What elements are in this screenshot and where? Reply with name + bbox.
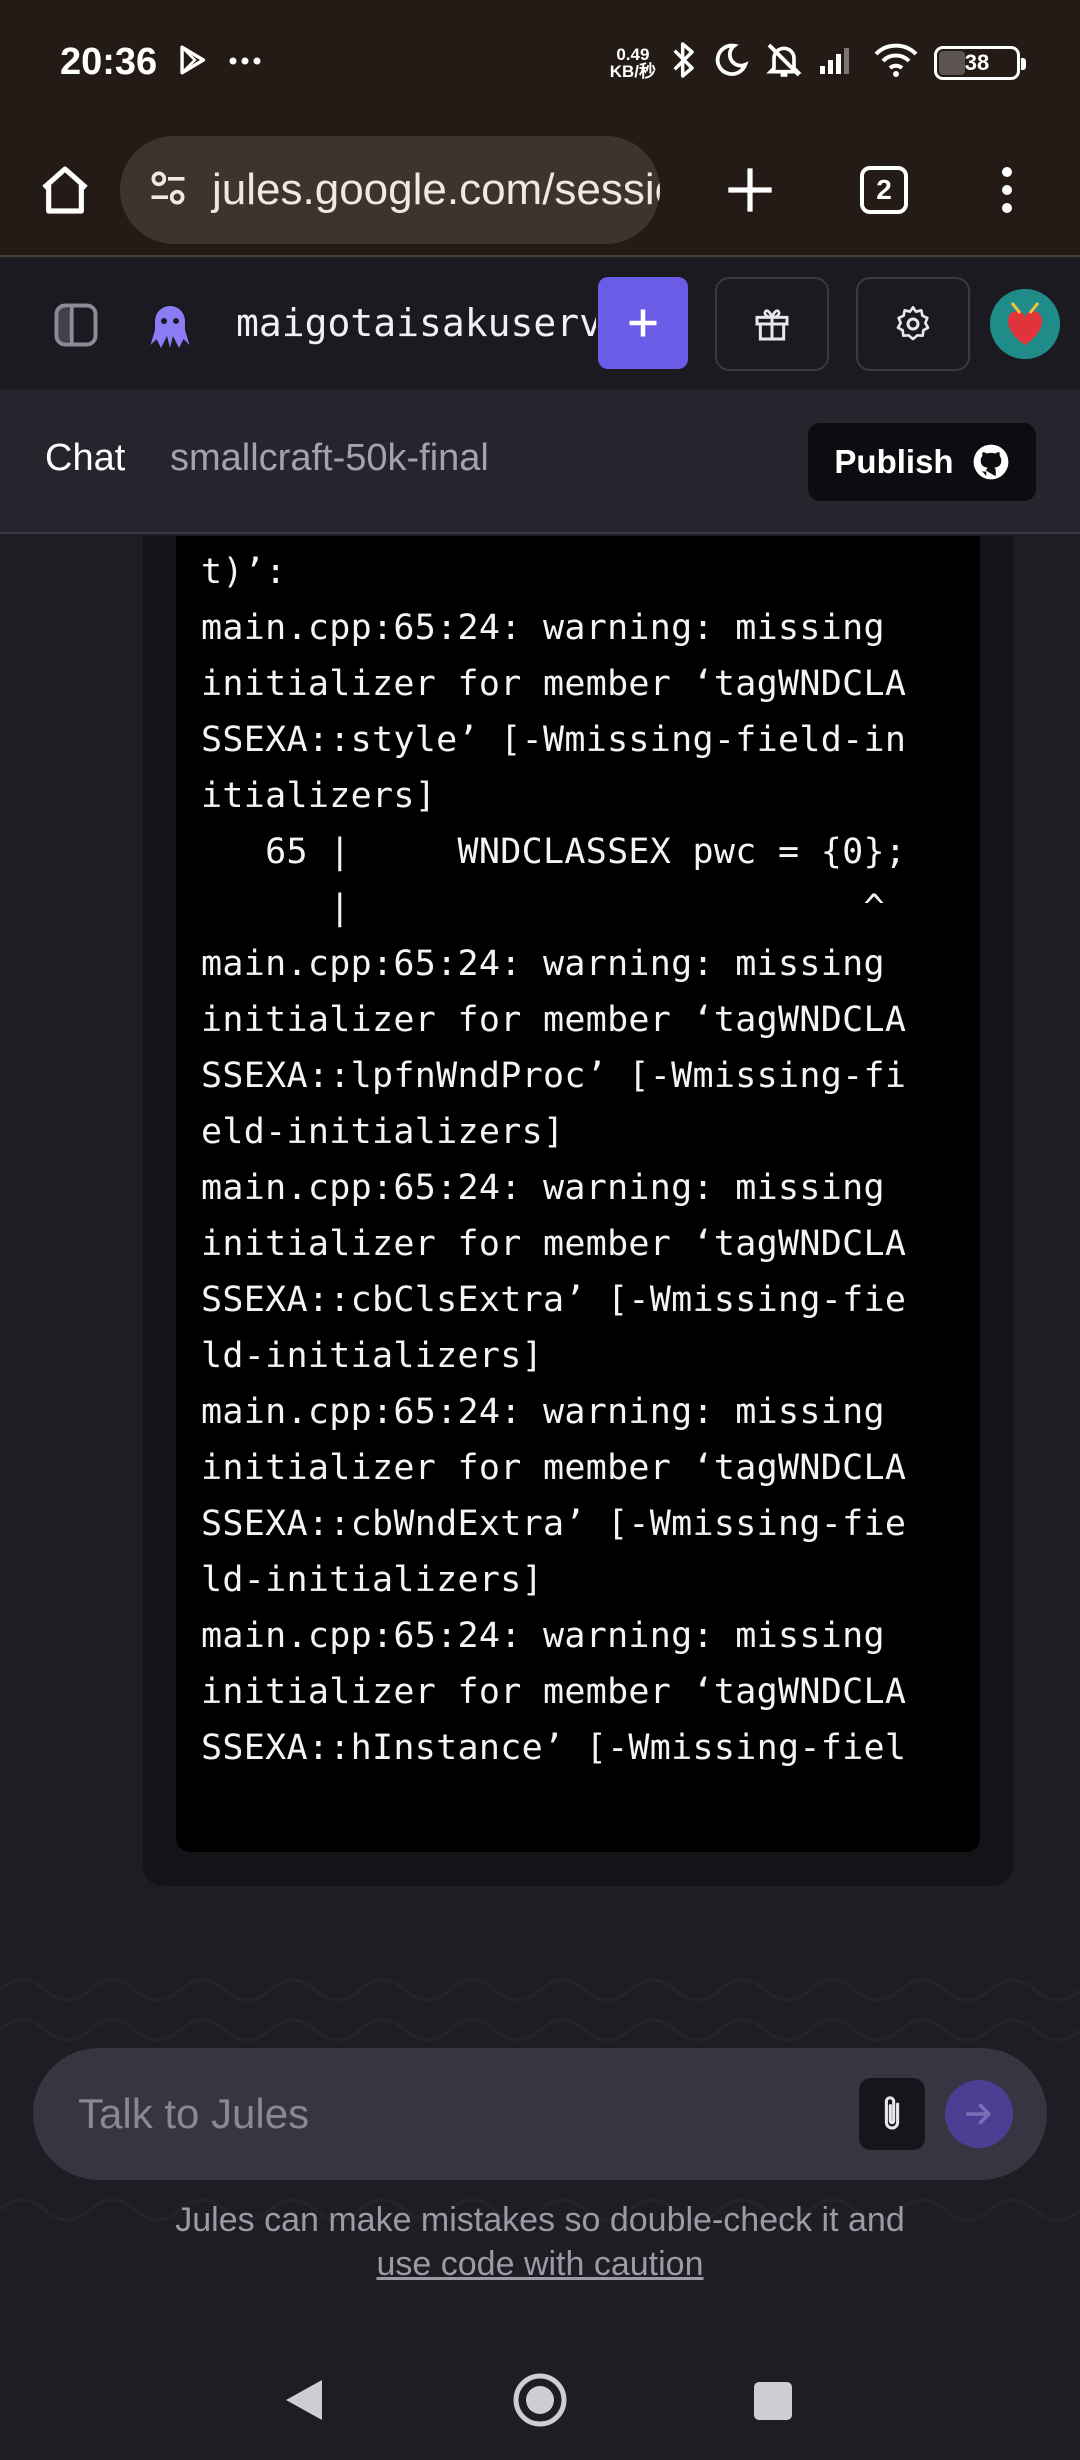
- disclaimer-text: Jules can make mistakes so double-check …: [0, 2198, 1080, 2286]
- code-line: SSEXA::cbWndExtra’ [-Wmissing-fie: [201, 1504, 907, 1544]
- code-line: main.cpp:65:24: warning: missing: [201, 944, 885, 984]
- chat-input-placeholder[interactable]: Talk to Jules: [78, 2090, 309, 2138]
- gift-button[interactable]: [715, 277, 829, 371]
- tab-switcher-button[interactable]: 2: [834, 140, 934, 240]
- code-line: 65 | WNDCLASSEX pwc = {0};: [201, 832, 907, 872]
- avatar-image: [990, 289, 1060, 359]
- battery-percent: 38: [964, 49, 990, 75]
- net-speed: 0.49 KB/秒: [610, 46, 656, 80]
- battery-icon: 38: [934, 45, 1026, 80]
- code-line: main.cpp:65:24: warning: missing: [201, 1616, 885, 1656]
- code-line: | ^: [201, 888, 885, 928]
- code-line: main.cpp:65:24: warning: missing: [201, 1392, 885, 1432]
- status-time: 20:36: [60, 41, 158, 83]
- plus-icon: [728, 168, 772, 212]
- url-text[interactable]: jules.google.com/session: [212, 165, 660, 215]
- code-line: SSEXA::cbClsExtra’ [-Wmissing-fie: [201, 1280, 907, 1320]
- home-icon: [42, 166, 88, 214]
- site-settings-icon[interactable]: [146, 166, 190, 215]
- code-line: ld-initializers]: [201, 1560, 543, 1600]
- arrow-right-icon: [965, 2103, 991, 2125]
- code-output-block[interactable]: n(HINSTANCE, HINSTANCE, LPSTR, int)’:mai…: [176, 536, 980, 1852]
- gear-icon: [896, 306, 930, 341]
- net-speed-unit: KB/秒: [609, 61, 656, 81]
- chat-input[interactable]: Talk to Jules: [33, 2048, 1047, 2180]
- browser-toolbar: jules.google.com/session 2: [0, 125, 1080, 257]
- app-header: maigotaisakuserver: [0, 259, 1080, 389]
- bluetooth-icon: [670, 40, 698, 85]
- publish-button[interactable]: Publish: [808, 423, 1036, 501]
- code-line: initializer for member ‘tagWNDCLA: [201, 1224, 907, 1264]
- status-left: 20:36: [60, 41, 263, 84]
- code-line: SSEXA::hInstance’ [-Wmissing-fiel: [201, 1728, 907, 1768]
- publish-label: Publish: [834, 443, 954, 480]
- home-circle-icon: [513, 2373, 567, 2427]
- code-line: itializers]: [201, 776, 437, 816]
- attach-button[interactable]: [859, 2078, 925, 2150]
- back-triangle-icon: [286, 2380, 322, 2420]
- new-tab-button[interactable]: [700, 140, 800, 240]
- code-line: main.cpp:65:24: warning: missing: [201, 608, 885, 648]
- wifi-icon: [872, 42, 920, 83]
- new-session-button[interactable]: [598, 277, 688, 369]
- user-avatar[interactable]: [990, 289, 1060, 359]
- code-line: main.cpp:65:24: warning: missing: [201, 1168, 885, 1208]
- paperclip-icon: [884, 2096, 900, 2130]
- code-caution-link[interactable]: use code with caution: [377, 2245, 704, 2283]
- recents-button[interactable]: [754, 2382, 792, 2420]
- settings-button[interactable]: [856, 277, 970, 371]
- code-line: initializer for member ‘tagWNDCLA: [201, 664, 907, 704]
- send-button[interactable]: [945, 2080, 1013, 2148]
- moon-icon: [712, 41, 750, 84]
- signal-icon: [818, 44, 858, 81]
- home-button[interactable]: [22, 147, 108, 233]
- status-bar: 20:36 0.49 KB/秒 38: [0, 0, 1080, 125]
- bell-off-icon: [764, 40, 804, 85]
- code-line: t)’:: [201, 552, 287, 592]
- browser-menu-button[interactable]: [972, 140, 1042, 240]
- sidebar-panel-icon: [54, 303, 98, 347]
- android-nav-bar: [0, 2340, 1080, 2460]
- tab-chat[interactable]: Chat: [45, 437, 125, 480]
- code-line: eld-initializers]: [201, 1112, 565, 1152]
- code-line: initializer for member ‘tagWNDCLA: [201, 1000, 907, 1040]
- disclaimer-line: Jules can make mistakes so double-check …: [175, 2201, 905, 2239]
- sidebar-toggle-button[interactable]: [50, 299, 102, 351]
- session-tabs-row: Chat smallcraft-50k-final Publish: [0, 389, 1080, 534]
- net-speed-value: 0.49: [616, 44, 650, 64]
- branch-name[interactable]: smallcraft-50k-final: [170, 437, 489, 480]
- github-icon: [973, 444, 1009, 480]
- gift-icon: [755, 309, 789, 341]
- code-line: initializer for member ‘tagWNDCLA: [201, 1448, 907, 1488]
- home-nav-button[interactable]: [512, 2372, 568, 2433]
- chat-area[interactable]: n(HINSTANCE, HINSTANCE, LPSTR, int)’:mai…: [0, 536, 1080, 2036]
- more-dots-icon: [227, 54, 263, 72]
- kebab-menu-icon: [1002, 167, 1012, 213]
- tab-count: 2: [860, 166, 908, 214]
- repo-name[interactable]: maigotaisakuserver: [236, 301, 596, 345]
- jules-octopus-logo-icon: [140, 294, 200, 354]
- code-line: SSEXA::style’ [-Wmissing-field-in: [201, 720, 907, 760]
- plus-icon: [629, 309, 657, 337]
- back-button[interactable]: [282, 2376, 326, 2429]
- battery-level-fill: [939, 50, 966, 75]
- code-line: SSEXA::lpfnWndProc’ [-Wmissing-fi: [201, 1056, 907, 1096]
- composer-area: Talk to Jules Jules can make mistakes so…: [0, 1960, 1080, 2340]
- code-line: initializer for member ‘tagWNDCLA: [201, 1672, 907, 1712]
- code-line: ld-initializers]: [201, 1336, 543, 1376]
- status-right: 0.49 KB/秒 38: [610, 40, 1026, 85]
- play-store-icon: [175, 43, 209, 82]
- address-bar[interactable]: jules.google.com/session: [120, 136, 660, 244]
